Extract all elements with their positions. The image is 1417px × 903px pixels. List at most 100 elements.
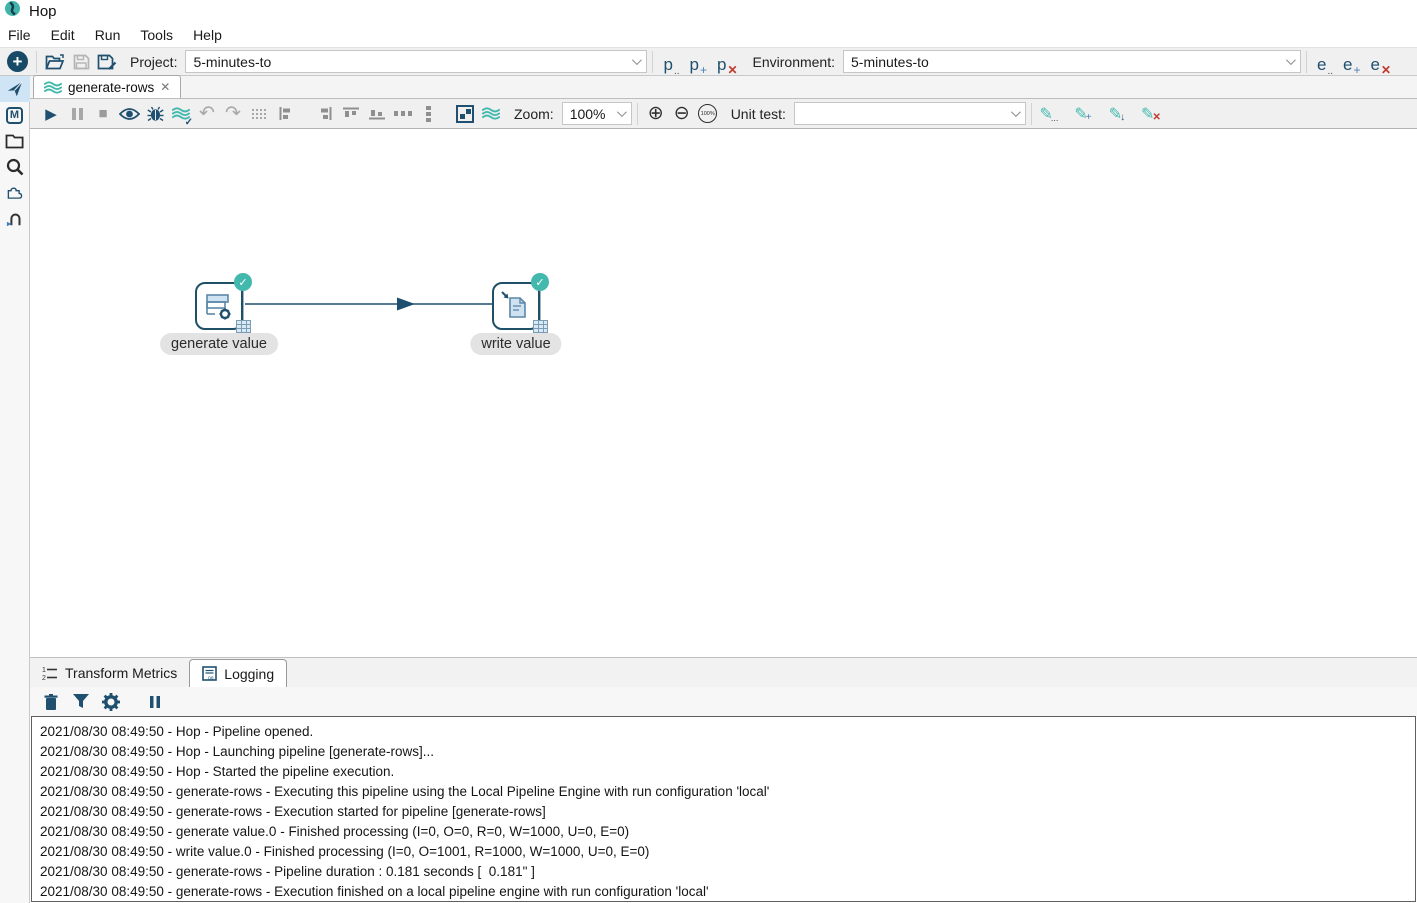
pause-pipeline-button[interactable]	[64, 101, 90, 127]
align-left-button[interactable]	[272, 101, 298, 127]
hop-arrow-icon	[397, 298, 415, 311]
tab-generate-rows[interactable]: generate-rows ✕	[33, 75, 181, 98]
sidebar-item-search[interactable]	[0, 154, 30, 180]
align-right-button[interactable]	[312, 101, 338, 127]
menu-file[interactable]: File	[0, 25, 43, 45]
pause-icon	[72, 108, 83, 120]
tab-label: generate-rows	[68, 80, 154, 95]
generate-rows-icon	[203, 290, 235, 322]
chevron-down-icon	[617, 107, 627, 117]
log-output[interactable]: 2021/08/30 08:49:50 - Hop - Pipeline ope…	[31, 716, 1416, 902]
pause-log-button[interactable]	[142, 689, 168, 715]
project-value: 5-minutes-to	[193, 54, 271, 70]
arrow-into-icon	[502, 292, 509, 299]
unit-test-combo[interactable]	[794, 102, 1026, 125]
filter-log-button[interactable]	[68, 689, 94, 715]
distribute-vertical-icon	[425, 106, 433, 122]
pause-icon	[150, 696, 160, 708]
trash-icon	[44, 694, 58, 710]
badge-connector	[540, 291, 541, 321]
undo-button[interactable]: ↶	[194, 101, 220, 127]
pipeline-canvas[interactable]: ✓ generate value	[30, 129, 1417, 657]
open-folder-icon	[45, 54, 65, 70]
open-file-button[interactable]	[42, 49, 68, 75]
log-toolbar	[30, 687, 1417, 716]
save-icon	[73, 54, 90, 70]
project-label: Project:	[130, 54, 177, 70]
transform-generate-value[interactable]: ✓ generate value	[195, 282, 243, 330]
sidebar-item-file-explorer[interactable]	[0, 128, 30, 154]
gear-icon	[102, 693, 120, 711]
log-line: 2021/08/30 08:49:50 - generate-rows - Ex…	[40, 802, 1415, 822]
debug-pipeline-button[interactable]	[142, 101, 168, 127]
transform-label[interactable]: write value	[470, 333, 561, 355]
snap-to-grid-button[interactable]	[246, 101, 272, 127]
align-top-button[interactable]	[338, 101, 364, 127]
add-project-button[interactable]: p+	[685, 49, 712, 75]
create-unit-test-button[interactable]: ✎+	[1071, 101, 1097, 127]
sidebar-item-plugins[interactable]	[0, 180, 30, 206]
hop-logo-icon	[5, 1, 20, 21]
save-button[interactable]	[68, 49, 94, 75]
menu-help[interactable]: Help	[185, 25, 234, 45]
transform-label[interactable]: generate value	[160, 333, 278, 355]
delete-project-button[interactable]: p✕	[712, 49, 743, 75]
eye-icon	[119, 107, 140, 121]
pipeline-icon	[44, 81, 62, 94]
sidebar-item-neo4j[interactable]	[0, 206, 30, 232]
zoom-label: Zoom:	[514, 106, 554, 122]
metrics-list-icon: 12	[42, 665, 58, 681]
log-line: 2021/08/30 08:49:50 - generate-rows - Ex…	[40, 782, 1415, 802]
environment-combo[interactable]: 5-minutes-to	[843, 50, 1301, 73]
check-badge-icon: ✓	[234, 273, 252, 291]
preview-pipeline-button[interactable]	[116, 101, 142, 127]
distribute-horizontal-icon	[394, 110, 412, 118]
zoom-combo[interactable]: 100%	[562, 102, 632, 125]
align-bottom-icon	[369, 107, 385, 120]
paper-plane-icon	[6, 80, 24, 98]
tab-transform-metrics[interactable]: 12 Transform Metrics	[30, 659, 189, 687]
check-pipeline-button[interactable]: ✓	[168, 101, 194, 127]
redo-button[interactable]: ↷	[220, 101, 246, 127]
zoom-out-button[interactable]: ⊖	[669, 101, 695, 127]
sidebar-item-data-orchestration[interactable]	[0, 76, 30, 102]
menu-run[interactable]: Run	[87, 25, 133, 45]
menu-edit[interactable]: Edit	[43, 25, 87, 45]
delete-environment-button[interactable]: e✕	[1366, 49, 1397, 75]
align-left-icon	[279, 107, 292, 120]
clear-log-button[interactable]	[38, 689, 64, 715]
save-as-button[interactable]	[94, 49, 120, 75]
delete-unit-test-button[interactable]: ✎✕	[1139, 101, 1165, 127]
align-bottom-button[interactable]	[364, 101, 390, 127]
edit-environment-button[interactable]: e..	[1312, 49, 1338, 75]
sidebar-item-metadata[interactable]: M	[0, 102, 30, 128]
environment-value: 5-minutes-to	[851, 54, 929, 70]
gear-icon	[220, 309, 231, 320]
edit-project-button[interactable]: p..	[658, 49, 684, 75]
zoom-in-button[interactable]: ⊕	[643, 101, 669, 127]
zoom-value: 100%	[570, 106, 606, 122]
distribute-vertically-button[interactable]	[416, 101, 442, 127]
hop-graph-icon	[6, 210, 24, 228]
log-settings-button[interactable]	[98, 689, 124, 715]
tab-logging[interactable]: og Logging	[189, 659, 287, 687]
hop-connection	[30, 129, 730, 529]
distribute-horizontally-button[interactable]	[390, 101, 416, 127]
detach-unit-test-button[interactable]: ✎↓	[1105, 101, 1131, 127]
add-environment-button[interactable]: e+	[1338, 49, 1365, 75]
folder-icon	[5, 134, 24, 149]
run-pipeline-button[interactable]: ▶	[38, 101, 64, 127]
transform-write-value[interactable]: ✓ write value	[492, 282, 540, 330]
menu-tools[interactable]: Tools	[132, 25, 185, 45]
new-item-button[interactable]: +	[7, 51, 28, 72]
stop-pipeline-button[interactable]: ■	[90, 101, 116, 127]
zoom-100-button[interactable]: 100%	[695, 101, 721, 127]
show-execution-results-button[interactable]	[452, 101, 478, 127]
svg-text:1: 1	[42, 667, 46, 674]
tab-close-icon[interactable]: ✕	[160, 80, 170, 94]
check-badge-icon: ✓	[531, 273, 549, 291]
titlebar: Hop	[0, 0, 1417, 22]
pipeline-properties-button[interactable]	[478, 101, 504, 127]
edit-unit-test-button[interactable]: ✎...	[1037, 101, 1063, 127]
project-combo[interactable]: 5-minutes-to	[185, 50, 647, 73]
